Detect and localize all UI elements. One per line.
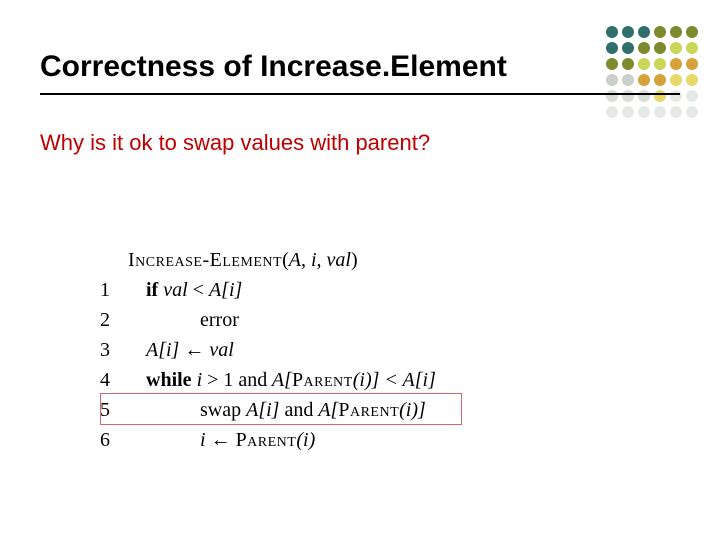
kw-and: and: [238, 369, 267, 391]
var-val: val: [158, 279, 192, 301]
slide: Correctness of Increase.Element Why is i…: [0, 0, 720, 540]
line-number: 2: [100, 305, 128, 335]
stmt-error: error: [128, 305, 239, 335]
paren-open: (: [282, 249, 289, 271]
var-i: i: [192, 369, 208, 391]
slide-subtitle: Why is it ok to swap values with parent?: [40, 130, 430, 156]
pseudocode-block: Increase-Element(A, i, val) 1 if val < A…: [100, 245, 436, 455]
title-underline: [40, 93, 680, 95]
arg-val: val: [327, 249, 351, 271]
line-number: 4: [100, 365, 128, 395]
expr-Ai: A[i]: [209, 279, 242, 301]
algo-line-1: 1 if val < A[i]: [100, 275, 436, 305]
expr-Ai: A[i]: [403, 369, 436, 391]
algo-line-2: 2 error: [100, 305, 436, 335]
word-and: and: [284, 399, 318, 421]
line-number: 6: [100, 425, 128, 455]
line-number: 1: [100, 275, 128, 305]
expr-mid: (i)] <: [353, 369, 403, 391]
title-block: Correctness of Increase.Element: [40, 50, 580, 95]
line-number: 3: [100, 335, 128, 365]
fn-name: Increase-Element: [128, 249, 282, 271]
expr-Ai: A[i]: [146, 339, 184, 361]
kw-if: if: [146, 279, 158, 301]
fn-parent: Parent: [236, 429, 297, 451]
line-number: 5: [100, 395, 128, 425]
algo-signature: Increase-Element(A, i, val): [100, 245, 436, 275]
fn-parent: Parent: [338, 399, 399, 421]
call-close: (i): [296, 429, 315, 451]
algo-line-6: 6 i ← Parent(i): [100, 425, 436, 455]
op-lt: <: [193, 279, 209, 301]
var-i: i: [200, 429, 211, 451]
kw-while: while: [146, 369, 192, 391]
algo-line-4: 4 while i > 1 and A[Parent(i)] < A[i]: [100, 365, 436, 395]
op-assign: ←: [184, 339, 209, 361]
comma: ,: [301, 249, 311, 271]
op-assign: ←: [211, 429, 236, 451]
slide-title: Correctness of Increase.Element: [40, 50, 580, 91]
decorative-dot-grid: [606, 26, 700, 120]
comma: ,: [317, 249, 327, 271]
fn-parent: Parent: [292, 369, 353, 391]
expr-Aparent-close: (i)]: [399, 399, 426, 421]
expr-Aparent-open: A[: [318, 399, 338, 421]
var-val: val: [209, 339, 233, 361]
cond-gt1: > 1: [207, 369, 238, 391]
expr-Aparent-open: A[: [267, 369, 292, 391]
arg-A: A: [289, 249, 301, 271]
stmt-swap: swap: [200, 399, 246, 421]
expr-Ai: A[i]: [246, 399, 284, 421]
algo-line-5: 5 swap A[i] and A[Parent(i)]: [100, 395, 436, 425]
algo-line-3: 3 A[i] ← val: [100, 335, 436, 365]
paren-close: ): [351, 249, 358, 271]
